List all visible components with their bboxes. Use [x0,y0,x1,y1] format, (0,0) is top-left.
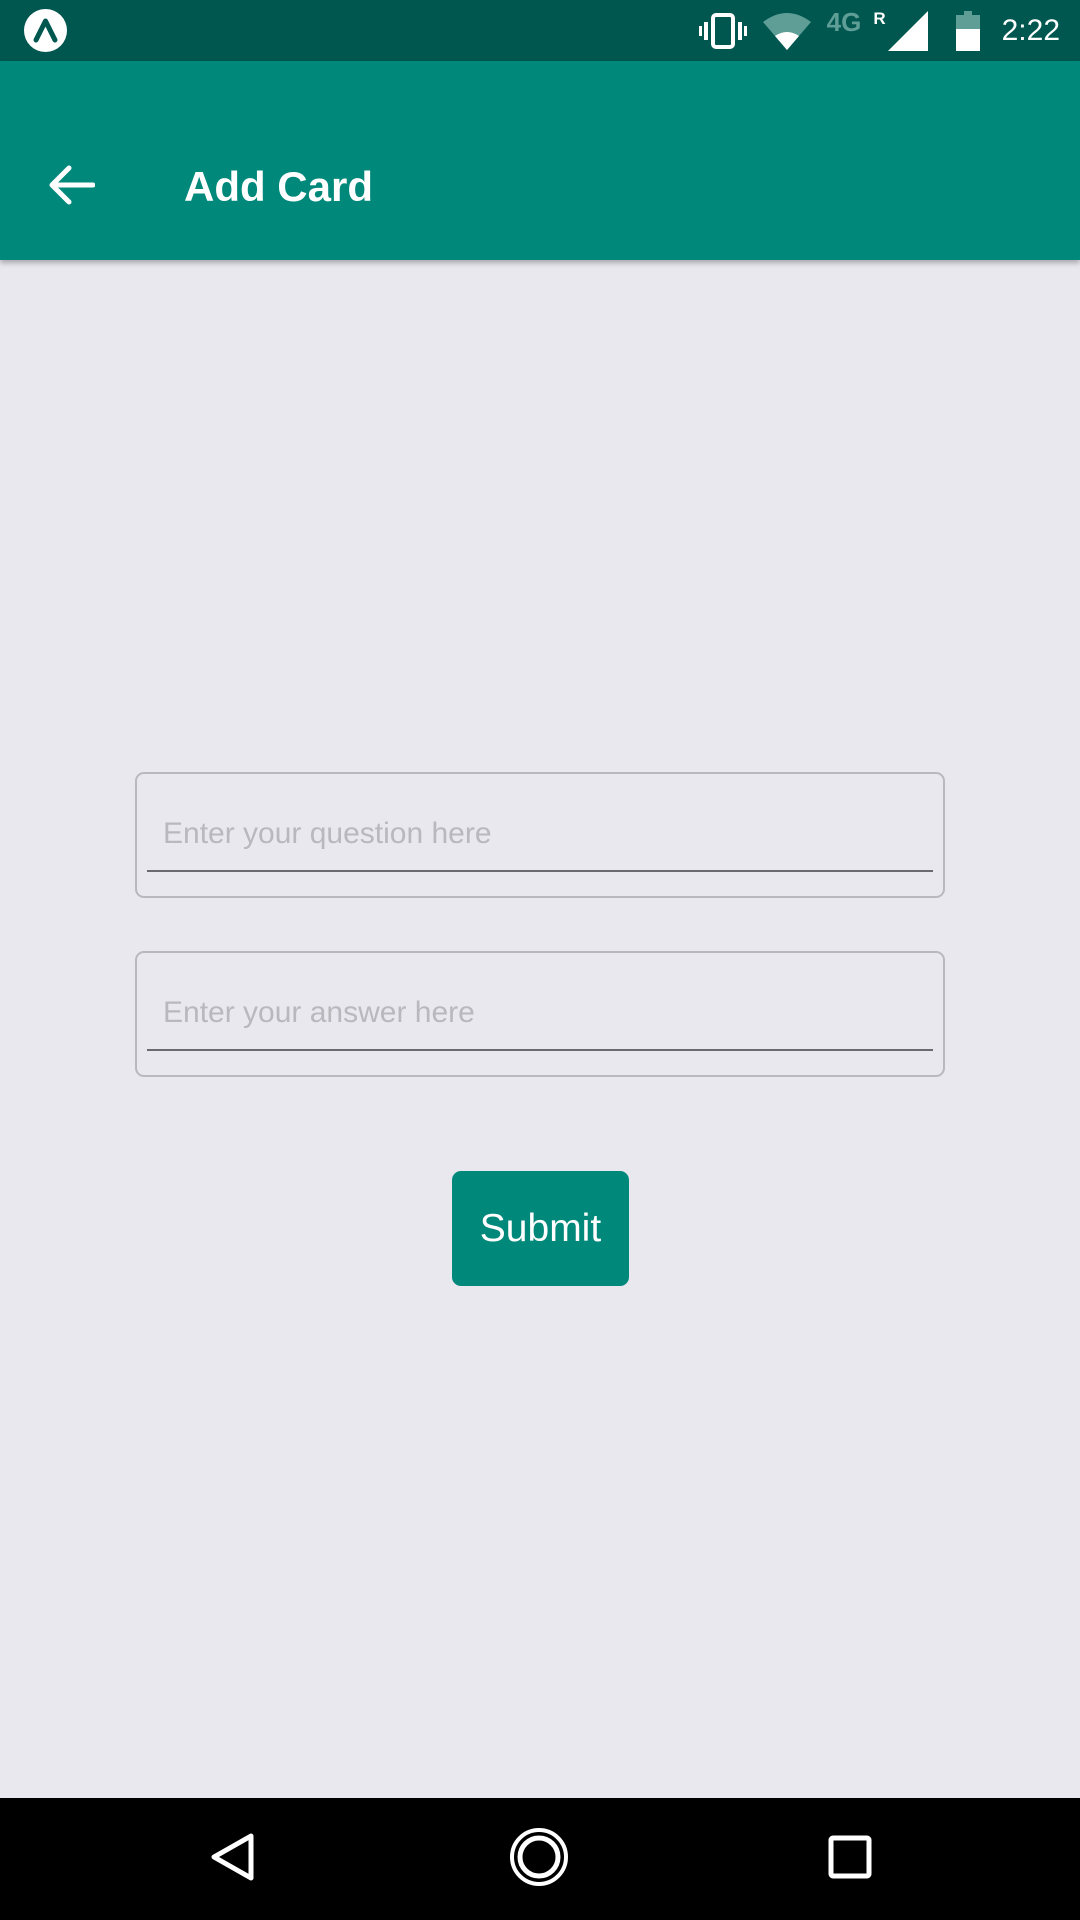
question-input[interactable] [147,798,933,872]
vibrate-icon [698,12,747,49]
nav-home-icon [509,1827,569,1892]
page-title: Add Card [184,163,373,210]
clock: 2:22 [1001,13,1060,47]
back-button[interactable] [36,151,108,223]
nav-back-button[interactable] [196,1823,268,1895]
nav-recents-button[interactable] [814,1823,886,1895]
nav-back-icon [209,1832,255,1887]
status-bar: 4G R 2:22 [0,0,1080,61]
signal-icon [887,10,928,51]
question-field [135,772,945,898]
submit-button[interactable]: Submit [452,1171,629,1286]
status-icons: 4G R 2:22 [683,0,1060,61]
answer-field [135,951,945,1077]
battery-icon [955,10,980,51]
answer-input[interactable] [147,977,933,1051]
system-nav-bar [0,1798,1080,1920]
app-bar: Add Card [0,61,1080,260]
network-type: 4G R [826,7,886,37]
nav-recents-icon [828,1835,872,1884]
screen: 4G R 2:22 Add Card Enter your question h… [0,0,1080,1920]
nav-home-button[interactable] [503,1823,575,1895]
wifi-icon [762,12,811,50]
expo-logo-icon [24,9,67,52]
arrow-back-icon [49,165,96,210]
